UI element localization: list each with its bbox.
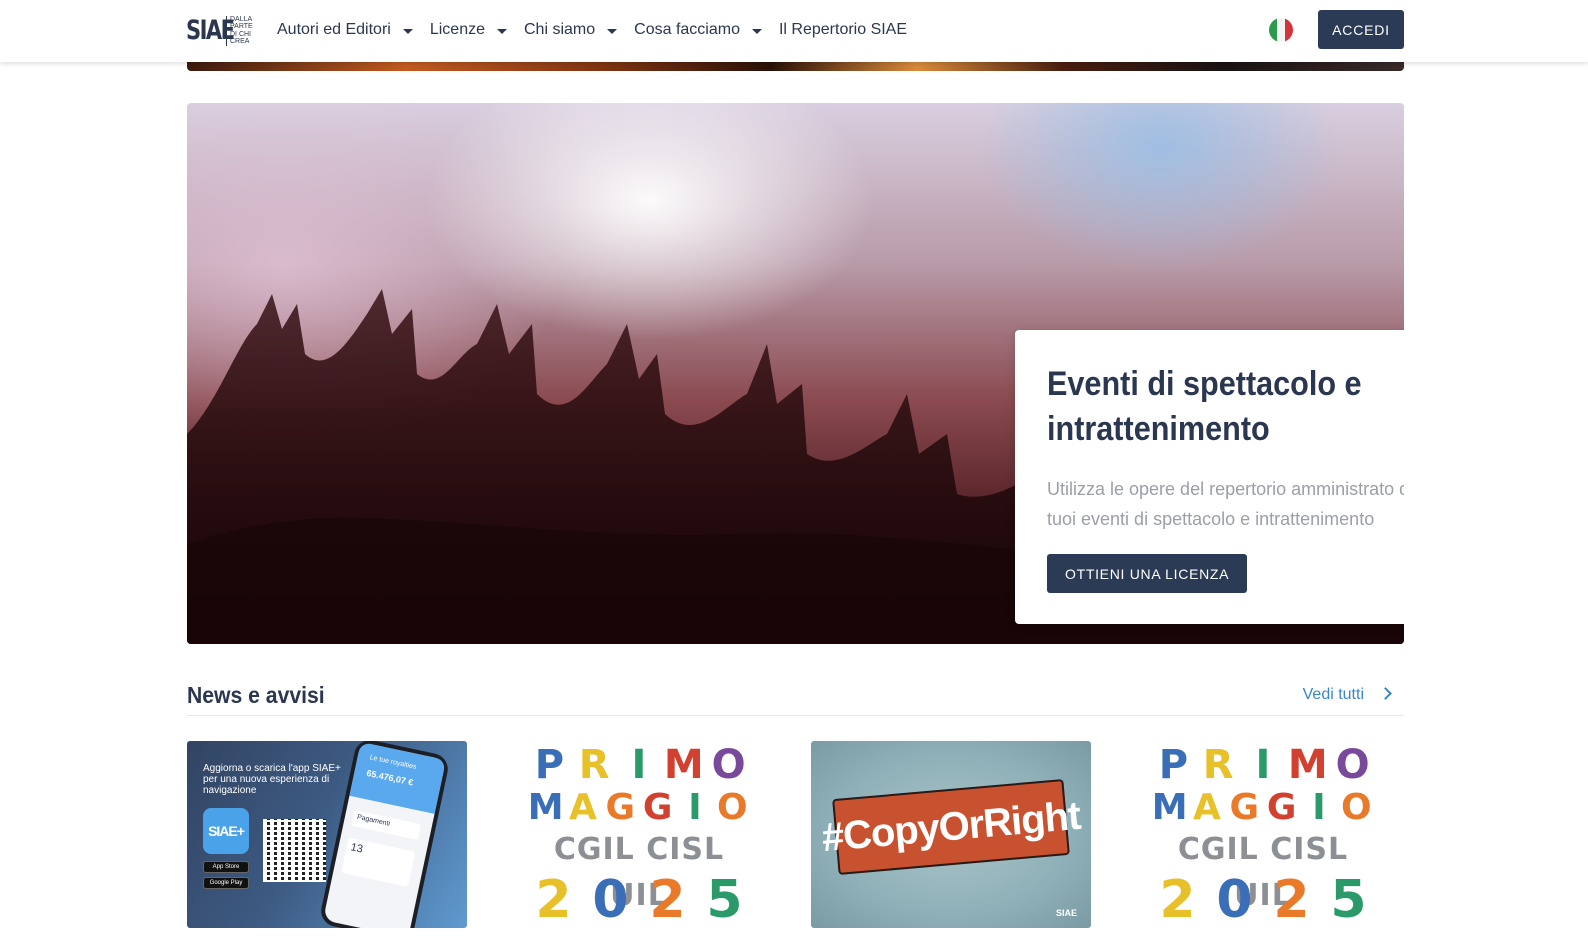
nav-label: Cosa facciamo (634, 21, 740, 38)
app-store-badge: App Store (203, 861, 249, 873)
app-promo-text: Aggiorna o scarica l'app SIAE+ per una n… (203, 763, 341, 796)
news-card-primo-maggio[interactable]: P R I M O M A G G I O CGIL CISL UIL 2 0 … (525, 741, 753, 928)
main-nav: Autori ed Editori Licenze Chi siamo Cosa… (277, 0, 924, 60)
italy-flag-icon[interactable] (1269, 18, 1293, 42)
caret-down-icon (402, 28, 413, 34)
see-all-link[interactable]: Vedi tutti (1303, 686, 1364, 704)
phone-row: 13 (341, 837, 416, 887)
primo-maggio-poster: P R I M O M A G G I O CGIL CISL UIL 2 0 … (525, 741, 753, 928)
nav-chi-siamo[interactable]: Chi siamo (524, 21, 618, 39)
logo-mark: SIAE (186, 15, 235, 46)
caret-down-icon (607, 28, 618, 34)
site-header: SIAE DALLA PARTE DI CHI CREA Autori ed E… (0, 0, 1588, 62)
nav-cosa-facciamo[interactable]: Cosa facciamo (634, 21, 762, 39)
phone-row: Pagamenti (351, 810, 422, 840)
siae-logo[interactable]: SIAE DALLA PARTE DI CHI CREA (186, 13, 253, 48)
siae-plus-app-icon: SIAE+ (203, 808, 249, 854)
news-card-copyorright[interactable]: #CopyOrRight SIAE (811, 741, 1091, 928)
hero-title: Eventi di spettacolo e intrattenimento (1047, 365, 1362, 448)
nav-autori-editori[interactable]: Autori ed Editori (277, 21, 413, 39)
google-play-badge: Google Play (203, 877, 249, 889)
nav-label: Licenze (429, 21, 485, 38)
hero-banner: Eventi di spettacolo e intrattenimento U… (187, 103, 1404, 644)
caret-down-icon (751, 28, 762, 34)
siae-mark: SIAE (1055, 908, 1077, 918)
hero-card: Eventi di spettacolo e intrattenimento U… (1015, 330, 1404, 624)
news-header: News e avvisi Vedi tutti (187, 680, 1404, 716)
nav-label: Autori ed Editori (277, 21, 391, 38)
nav-licenze[interactable]: Licenze (430, 21, 507, 39)
nav-label: Chi siamo (524, 21, 596, 38)
chevron-right-icon[interactable] (1379, 687, 1392, 700)
get-license-button[interactable]: OTTIENI UNA LICENZA (1047, 554, 1248, 593)
primo-maggio-poster: P R I M O M A G G I O CGIL CISL UIL 2 0 … (1149, 741, 1377, 928)
nav-label: Il Repertorio SIAE (778, 21, 908, 38)
news-card-primo-maggio[interactable]: P R I M O M A G G I O CGIL CISL UIL 2 0 … (1149, 741, 1377, 928)
hero-description: Utilizza le opere del repertorio amminis… (1047, 479, 1404, 529)
news-card-app[interactable]: Aggiorna o scarica l'app SIAE+ per una n… (187, 741, 467, 928)
previous-slide-edge (187, 62, 1404, 71)
nav-repertorio[interactable]: Il Repertorio SIAE (779, 21, 907, 39)
caret-down-icon (497, 28, 507, 34)
news-title: News e avvisi (187, 682, 325, 708)
qr-code-icon (263, 819, 326, 882)
login-button[interactable]: ACCEDI (1318, 10, 1404, 49)
copyorright-sign: #CopyOrRight (820, 779, 1082, 875)
